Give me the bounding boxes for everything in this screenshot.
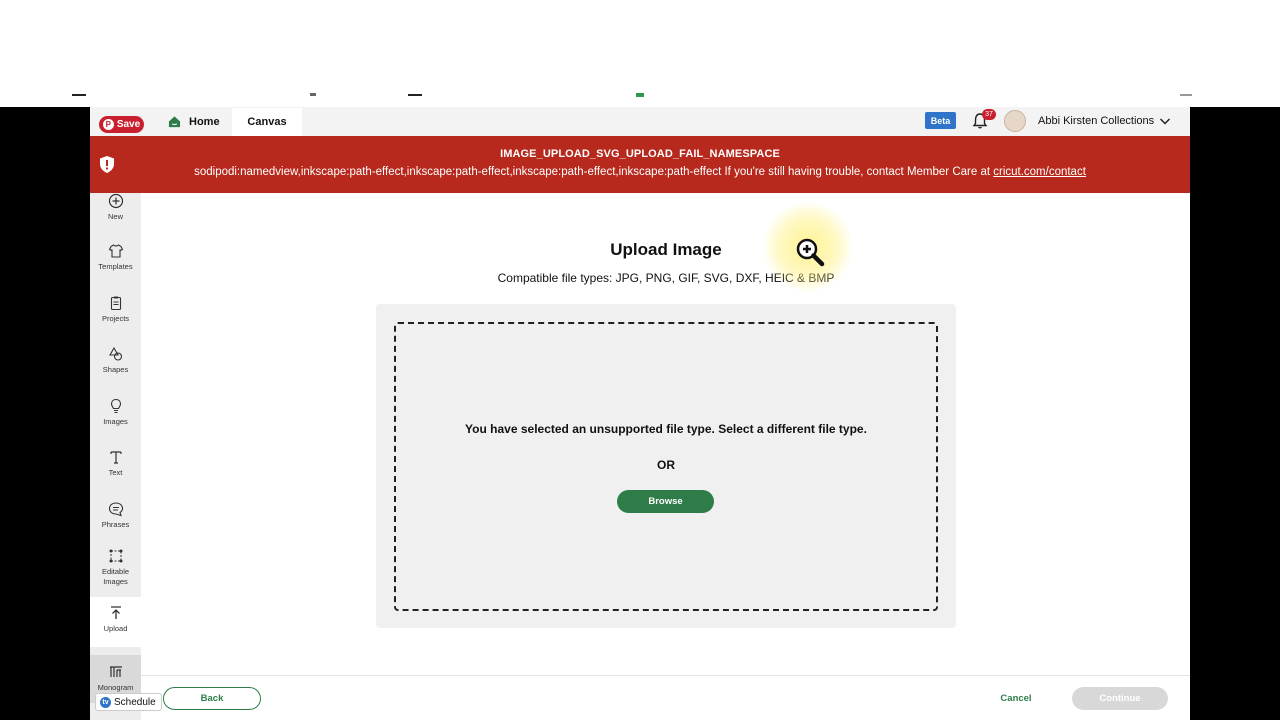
sidebar-item-label: Images (103, 417, 128, 426)
error-message: sodipodi:namedview,inkscape:path-effect,… (90, 166, 1190, 178)
error-banner: IMAGE_UPLOAD_SVG_UPLOAD_FAIL_NAMESPACE s… (90, 136, 1190, 193)
footer-divider (141, 675, 1190, 676)
continue-button[interactable]: Continue (1072, 687, 1168, 710)
pinterest-icon: P (102, 119, 114, 130)
sidebar-item-label: Templates (98, 262, 133, 271)
error-title: IMAGE_UPLOAD_SVG_UPLOAD_FAIL_NAMESPACE (500, 148, 780, 160)
monogram-icon (109, 666, 122, 677)
sidebar-item-label: Shapes (102, 365, 129, 374)
error-message-text: sodipodi:namedview,inkscape:path-effect,… (194, 166, 994, 178)
schedule-icon: tv (100, 696, 111, 708)
sidebar-item-upload[interactable]: Upload (90, 597, 141, 647)
back-button[interactable]: Back (163, 687, 261, 710)
shirt-icon (108, 244, 123, 258)
zoom-cursor-icon (796, 238, 825, 267)
shapes-icon (108, 346, 122, 361)
sidebar-item-new[interactable]: New (90, 193, 141, 227)
sidebar-item-shapes[interactable]: Shapes (90, 346, 141, 386)
user-name[interactable]: Abbi Kirsten Collections (1038, 107, 1154, 134)
sidebar-item-label: Monogram (97, 683, 134, 692)
or-divider: OR (657, 458, 675, 472)
chevron-down-icon[interactable] (1159, 115, 1171, 127)
beta-button[interactable]: Beta (925, 112, 956, 129)
notification-count-badge: 37 (982, 109, 996, 120)
cricut-design-space-window: P Save Home Canvas Beta 37 Abbi Kirsten … (90, 107, 1190, 720)
unsupported-file-message: You have selected an unsupported file ty… (465, 422, 867, 436)
sidebar-item-editable-images[interactable]: Editable Images (90, 548, 141, 600)
sidebar-item-text[interactable]: Text (90, 449, 141, 489)
sidebar-item-phrases[interactable]: Phrases (90, 501, 141, 541)
pinterest-save-button[interactable]: P Save (99, 116, 144, 133)
lightbulb-icon (110, 398, 121, 414)
sidebar-item-label: Editable Images (101, 567, 130, 586)
video-top-area (0, 0, 1280, 107)
sidebar-item-projects[interactable]: Projects (90, 295, 141, 335)
sidebar-item-label: Text (108, 468, 123, 477)
cancel-button[interactable]: Cancel (990, 687, 1042, 710)
upload-icon (110, 606, 121, 619)
save-label: Save (116, 119, 141, 130)
sidebar-item-label: Upload (103, 624, 128, 633)
tab-home-label: Home (189, 115, 220, 128)
sidebar-item-label: Projects (101, 314, 130, 323)
drop-zone[interactable]: You have selected an unsupported file ty… (394, 322, 938, 611)
top-dashes-decoration (72, 93, 1192, 97)
editable-image-icon (109, 549, 122, 563)
avatar[interactable] (1004, 110, 1026, 132)
upload-panel: You have selected an unsupported file ty… (376, 304, 956, 628)
text-icon (109, 451, 122, 464)
sidebar-item-label: Phrases (101, 520, 130, 529)
sidebar-item-templates[interactable]: Templates (90, 243, 141, 283)
schedule-label: Schedule (114, 696, 156, 708)
tab-home[interactable]: Home (160, 107, 220, 136)
sidebar-item-images[interactable]: Images (90, 398, 141, 438)
tab-canvas[interactable]: Canvas (232, 108, 302, 136)
plus-circle-icon (108, 193, 123, 209)
schedule-button[interactable]: tv Schedule (95, 693, 162, 711)
left-sidebar: New Templates Projects Shapes Images Tex… (90, 193, 141, 720)
top-header: P Save Home Canvas Beta 37 Abbi Kirsten … (90, 107, 1190, 136)
speech-bubble-icon (108, 502, 123, 517)
sidebar-item-label: New (107, 212, 123, 221)
home-icon (168, 116, 181, 128)
clipboard-icon (110, 296, 121, 311)
browse-button[interactable]: Browse (617, 490, 714, 513)
member-care-link[interactable]: cricut.com/contact (993, 166, 1086, 178)
